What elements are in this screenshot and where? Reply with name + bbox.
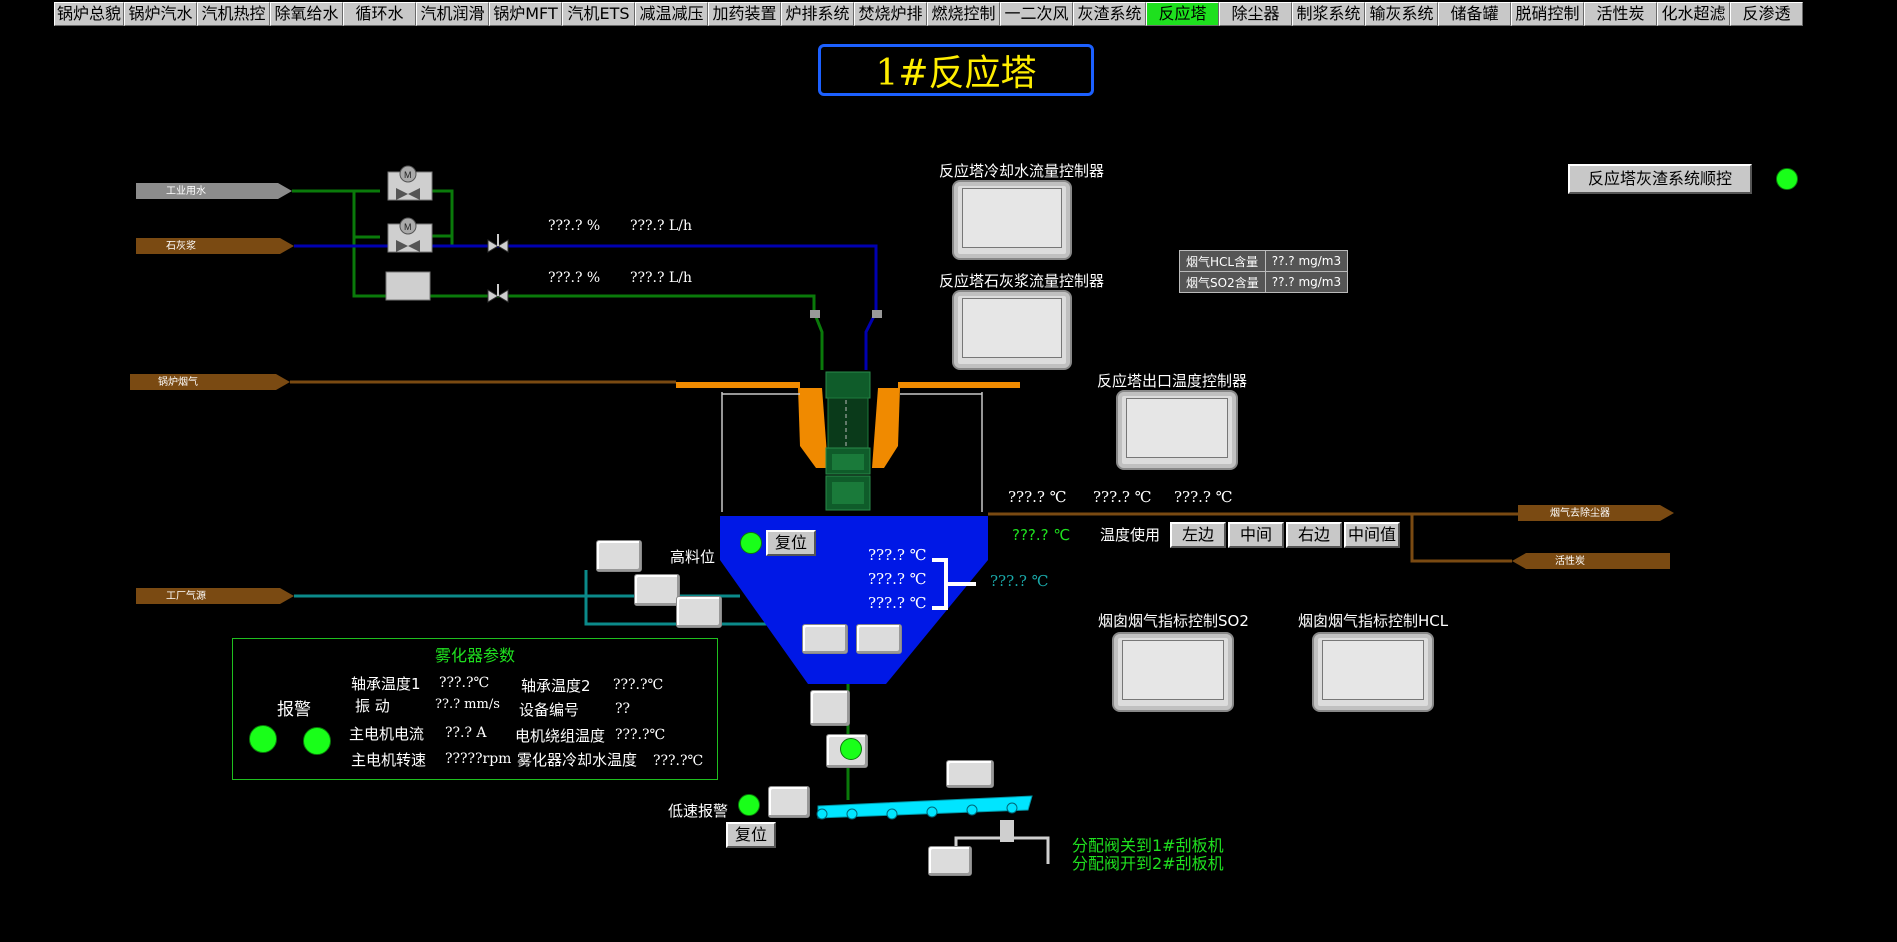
gas-content-table: 烟气HCL含量??.? mg/m3 烟气SO2含量??.? mg/m3 xyxy=(1179,250,1349,293)
cooling-temp-label: 雾化器冷却水温度 xyxy=(517,751,638,769)
atomizer-body xyxy=(825,371,871,511)
pump-1: M xyxy=(387,165,433,201)
cooling-water-controller[interactable] xyxy=(952,180,1072,260)
motor-speed-value: ?????rpm xyxy=(445,751,512,767)
gas-valve-1[interactable] xyxy=(596,540,642,572)
stack-so2-controller[interactable] xyxy=(1112,632,1234,712)
gas-content-row: 烟气HCL含量??.? mg/m3 xyxy=(1179,250,1349,272)
motor-speed-label: 主电机转速 xyxy=(351,751,427,769)
high-level-reset-button[interactable]: 复位 xyxy=(766,530,816,556)
lime-flow-rate: ???.? L/h xyxy=(630,218,692,234)
lime-slurry-controller-label: 反应塔石灰浆流量控制器 xyxy=(939,272,1105,290)
discharge-motor-indicator xyxy=(840,738,862,760)
atomizer-alarm-indicator-1 xyxy=(249,725,277,753)
bearing-temp1-value: ???.?℃ xyxy=(439,675,490,691)
atomizer-panel: 雾化器参数 报警 轴承温度1 ???.?℃ 轴承温度2 ???.?℃ 振 动 ?… xyxy=(232,638,718,780)
stack-hcl-controller-label: 烟囱烟气指标控制HCL xyxy=(1298,612,1449,630)
atomizer-panel-title: 雾化器参数 xyxy=(434,646,515,665)
winding-temp-label: 电机绕组温度 xyxy=(515,727,606,745)
process-diagram: M M xyxy=(130,165,1674,864)
tower-temp-2: ???.? ℃ xyxy=(868,570,927,588)
water-flow-rate: ???.? L/h xyxy=(630,270,692,286)
distribution-valve xyxy=(1000,820,1014,842)
cooling-water-controller-label: 反应塔冷却水流量控制器 xyxy=(939,162,1105,180)
outlet-temp-middle: ???.? ℃ xyxy=(1093,488,1152,506)
ash-sequence-indicator xyxy=(1776,168,1798,190)
gas-label: 烟气HCL含量 xyxy=(1179,250,1266,272)
low-speed-alarm-label: 低速报警 xyxy=(668,802,729,820)
plant-gas-label: 工厂气源 xyxy=(166,591,206,602)
winding-temp-value: ???.?℃ xyxy=(615,727,666,743)
outlet-temp-controller[interactable] xyxy=(1116,390,1238,470)
water-flow-pct: ???.? % xyxy=(548,270,601,286)
atomizer-alarm-indicator-2 xyxy=(303,727,331,755)
bearing-temp2-value: ???.?℃ xyxy=(613,677,664,693)
tower-temp-average: ???.? ℃ xyxy=(990,572,1049,590)
high-level-indicator xyxy=(740,532,762,554)
gas-value: ??.? mg/m3 xyxy=(1264,250,1349,272)
hopper-gate-left[interactable] xyxy=(802,624,848,654)
gas-valve-3[interactable] xyxy=(676,596,722,628)
svg-text:M: M xyxy=(404,222,412,232)
conveyor-drive[interactable] xyxy=(946,760,994,788)
lime-slurry-label: 石灰浆 xyxy=(166,241,196,252)
motor-current-label: 主电机电流 xyxy=(349,725,425,743)
stack-so2-controller-label: 烟囱烟气指标控制SO2 xyxy=(1098,612,1249,630)
valve-lime xyxy=(487,239,499,253)
boiler-flue-gas-label: 锅炉烟气 xyxy=(158,377,198,388)
outlet-temp-controller-label: 反应塔出口温度控制器 xyxy=(1097,372,1248,390)
dust-collector-label: 烟气去除尘器 xyxy=(1550,508,1610,519)
temp-use-right-button[interactable]: 右边 xyxy=(1286,522,1342,548)
gas-value: ??.? mg/m3 xyxy=(1264,271,1349,293)
distribution-to-scraper2: 分配阀开到2#刮板机 xyxy=(1072,854,1224,873)
device-id-value: ?? xyxy=(615,701,631,717)
hopper-gate-right[interactable] xyxy=(856,624,902,654)
gas-valve-2[interactable] xyxy=(634,574,680,606)
vibration-label: 振 动 xyxy=(355,697,390,715)
outlet-temp-right: ???.? ℃ xyxy=(1174,488,1233,506)
cooling-temp-value: ???.?℃ xyxy=(653,753,704,769)
activated-carbon-label: 活性炭 xyxy=(1555,556,1585,567)
low-speed-switch[interactable] xyxy=(768,786,810,818)
high-level-label: 高料位 xyxy=(670,548,716,566)
gas-label: 烟气SO2含量 xyxy=(1179,271,1266,293)
industrial-water-label: 工业用水 xyxy=(166,186,206,197)
distribution-valve-actuator[interactable] xyxy=(928,846,972,876)
tank-box xyxy=(385,271,431,301)
outlet-temp-left: ???.? ℃ xyxy=(1008,488,1067,506)
gas-content-row: 烟气SO2含量??.? mg/m3 xyxy=(1179,271,1349,293)
atomizer-alarm-label: 报警 xyxy=(277,700,311,720)
tower-temp-1: ???.? ℃ xyxy=(868,546,927,564)
motor-current-value: ??.? A xyxy=(445,725,487,741)
low-speed-reset-button[interactable]: 复位 xyxy=(726,822,776,848)
vibration-value: ??.? mm/s xyxy=(435,697,500,712)
temp-use-label: 温度使用 xyxy=(1100,526,1161,544)
outlet-temp-average: ???.? ℃ xyxy=(1012,526,1071,544)
bearing-temp2-label: 轴承温度2 xyxy=(521,677,591,695)
device-id-label: 设备编号 xyxy=(519,701,580,719)
stack-hcl-controller[interactable] xyxy=(1312,632,1434,712)
ash-sequence-button[interactable]: 反应塔灰渣系统顺控 xyxy=(1568,164,1752,194)
lime-flow-pct: ???.? % xyxy=(548,218,601,234)
valve-water xyxy=(487,289,499,303)
rotary-valve[interactable] xyxy=(810,690,850,726)
temp-use-middle-button[interactable]: 中间 xyxy=(1228,522,1284,548)
low-speed-indicator xyxy=(738,794,760,816)
temp-use-left-button[interactable]: 左边 xyxy=(1170,522,1226,548)
bearing-temp1-label: 轴承温度1 xyxy=(351,675,421,693)
lime-slurry-controller[interactable] xyxy=(952,290,1072,370)
tower-temp-3: ???.? ℃ xyxy=(868,594,927,612)
svg-text:M: M xyxy=(404,170,412,180)
slurry-pipe xyxy=(294,244,878,370)
temp-use-median-button[interactable]: 中间值 xyxy=(1344,522,1400,548)
pump-2: M xyxy=(387,217,433,253)
